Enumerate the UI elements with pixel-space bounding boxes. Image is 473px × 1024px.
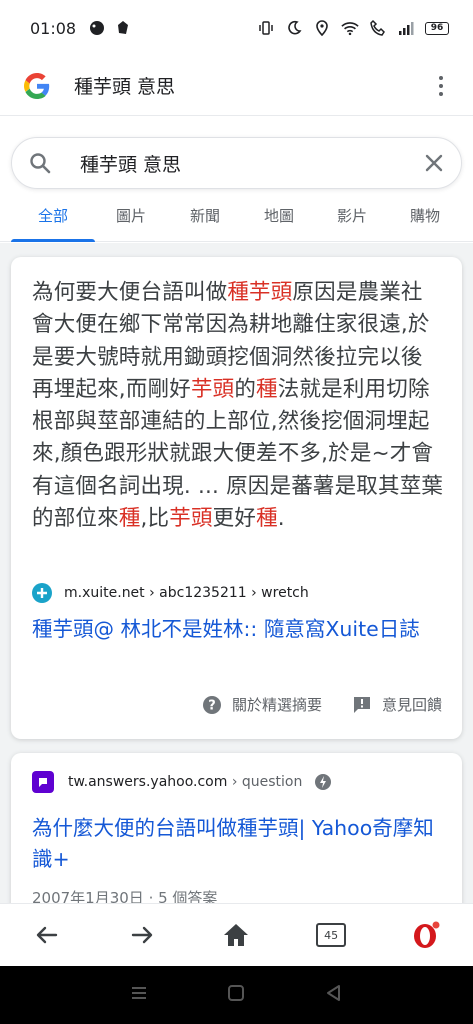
- source-url: tw.answers.yahoo.com › question: [68, 774, 303, 790]
- screen: 01:08 96 種芋頭 意思 種芋頭 意思 全部 圖片 新聞 地圖 影片 購物…: [0, 0, 473, 1024]
- snippet-text: 為何要大便台語叫做種芋頭原因是農業社會大便在鄉下常常因為耕地離住家很遠,於是要大…: [32, 277, 444, 535]
- tab-maps[interactable]: 地圖: [243, 196, 315, 241]
- snippet-footer: ? 關於精選摘要 意見回饋: [202, 694, 442, 715]
- do-not-disturb-icon: [285, 19, 303, 37]
- snippet-segment: 為何要大便台語叫做: [32, 280, 228, 305]
- svg-text:?: ?: [208, 698, 216, 713]
- tab-images[interactable]: 圖片: [95, 196, 167, 241]
- snippet-segment: 的: [234, 376, 257, 402]
- tab-shopping[interactable]: 購物: [389, 196, 461, 241]
- google-logo-icon[interactable]: [24, 72, 50, 99]
- snippet-highlight: 種芋頭: [227, 280, 293, 305]
- source-row[interactable]: tw.answers.yahoo.com › question: [32, 771, 332, 793]
- search-tabs: 全部 圖片 新聞 地圖 影片 購物: [0, 196, 473, 242]
- search-input[interactable]: [80, 152, 423, 174]
- about-snippet-button[interactable]: ? 關於精選摘要: [202, 694, 322, 715]
- info-icon[interactable]: [314, 773, 332, 791]
- browser-bottom-bar: 45: [0, 903, 473, 966]
- featured-snippet-card: 為何要大便台語叫做種芋頭原因是農業社會大便在鄉下常常因為耕地離住家很遠,於是要大…: [11, 257, 462, 739]
- source-row[interactable]: m.xuite.net › abc1235211 › wretch: [32, 583, 309, 603]
- app-notification-icon: [114, 19, 132, 37]
- source-url: m.xuite.net › abc1235211 › wretch: [64, 585, 309, 601]
- about-snippet-label: 關於精選摘要: [231, 696, 322, 714]
- battery-icon: 96: [425, 21, 449, 35]
- feedback-button[interactable]: 意見回饋: [352, 694, 442, 715]
- tab-videos[interactable]: 影片: [315, 196, 389, 241]
- system-home-icon[interactable]: [226, 983, 246, 1007]
- location-icon: [313, 19, 331, 37]
- snippet-highlight: 芋頭: [190, 376, 235, 402]
- header-query[interactable]: 種芋頭 意思: [74, 72, 429, 99]
- search-box[interactable]: [11, 137, 462, 189]
- top-bar: 種芋頭 意思: [0, 56, 473, 116]
- system-nav-bar: [0, 966, 473, 1024]
- opera-menu-icon[interactable]: [406, 915, 446, 955]
- wifi-icon: [341, 19, 359, 37]
- system-back-icon[interactable]: [324, 983, 344, 1007]
- home-icon[interactable]: [216, 915, 256, 955]
- yahoo-answers-favicon-icon: [32, 771, 54, 793]
- tab-news[interactable]: 新聞: [167, 196, 243, 241]
- notification-icon: [88, 19, 106, 37]
- clear-icon[interactable]: [423, 152, 445, 174]
- snippet-highlight: 芋頭: [169, 506, 213, 532]
- search-icon[interactable]: [28, 151, 52, 175]
- status-time: 01:08: [30, 18, 77, 38]
- tab-count: 45: [316, 923, 347, 947]
- status-bar: 01:08 96: [0, 0, 473, 56]
- snippet-segment: .: [277, 506, 285, 532]
- feedback-icon: [353, 696, 370, 713]
- back-icon[interactable]: [27, 915, 67, 955]
- snippet-highlight: 種: [118, 506, 141, 532]
- snippet-highlight: 種: [256, 506, 278, 532]
- tabs-button[interactable]: 45: [311, 915, 351, 955]
- vibrate-icon: [257, 19, 275, 37]
- signal-icon: [397, 19, 415, 37]
- snippet-highlight: 種: [256, 376, 278, 402]
- feedback-label: 意見回饋: [381, 696, 442, 714]
- snippet-segment: ,比: [140, 506, 170, 532]
- tab-all[interactable]: 全部: [11, 196, 95, 242]
- xuite-favicon-icon: [32, 583, 52, 603]
- forward-icon[interactable]: [122, 915, 162, 955]
- call-icon: [369, 19, 387, 37]
- result-title-link[interactable]: 種芋頭@ 林北不是姓林:: 隨意窩Xuite日誌: [32, 614, 452, 645]
- recents-icon[interactable]: [129, 983, 149, 1007]
- more-options-icon[interactable]: [429, 74, 453, 98]
- snippet-segment: 更好: [212, 506, 257, 532]
- result-title-link[interactable]: 為什麼大便的台語叫做種芋頭| Yahoo奇摩知識+: [32, 813, 452, 875]
- help-icon: ?: [202, 695, 221, 714]
